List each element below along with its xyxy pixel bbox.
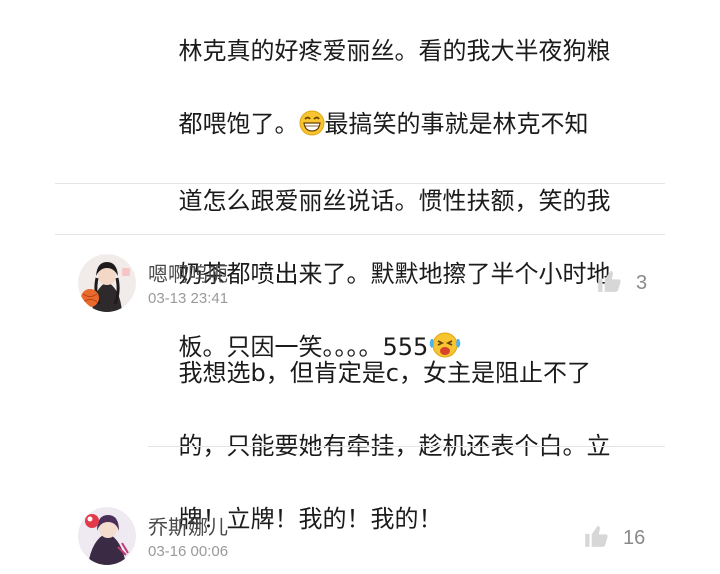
username[interactable]: 乔斯娜儿 <box>148 511 228 540</box>
grin-emoji <box>299 110 325 147</box>
comment-line: 奶茶都喷出来了。默默地擦了半个小时地 <box>178 259 611 288</box>
comment-line: 道怎么跟爱丽丝说话。惯性扶额，笑的我 <box>178 186 611 215</box>
comment-line: 都喂饱了。 <box>178 109 299 138</box>
comment-line: 最搞笑的事就是林克不知 <box>324 109 589 138</box>
username[interactable]: 嗯啊呜呃 <box>148 258 228 287</box>
comment-divider <box>55 234 665 235</box>
avatar[interactable] <box>78 507 136 565</box>
thumbs-up-icon <box>583 523 609 553</box>
like-count: 3 <box>636 271 648 294</box>
comment-line: 我想选b，但肯定是c，女主是阻止不了 <box>178 358 591 387</box>
comment-divider <box>148 446 665 447</box>
like-count: 16 <box>623 526 646 549</box>
comment-divider <box>55 183 665 184</box>
like-button[interactable]: 3 <box>596 268 647 298</box>
comment-line: 林克真的好疼爱丽丝。看的我大半夜狗粮 <box>178 36 611 65</box>
timestamp: 03-13 23:41 <box>148 290 229 307</box>
thumbs-up-icon <box>596 268 622 298</box>
avatar[interactable] <box>78 254 136 312</box>
like-button[interactable]: 16 <box>583 523 645 553</box>
timestamp: 03-16 00:06 <box>148 543 229 560</box>
